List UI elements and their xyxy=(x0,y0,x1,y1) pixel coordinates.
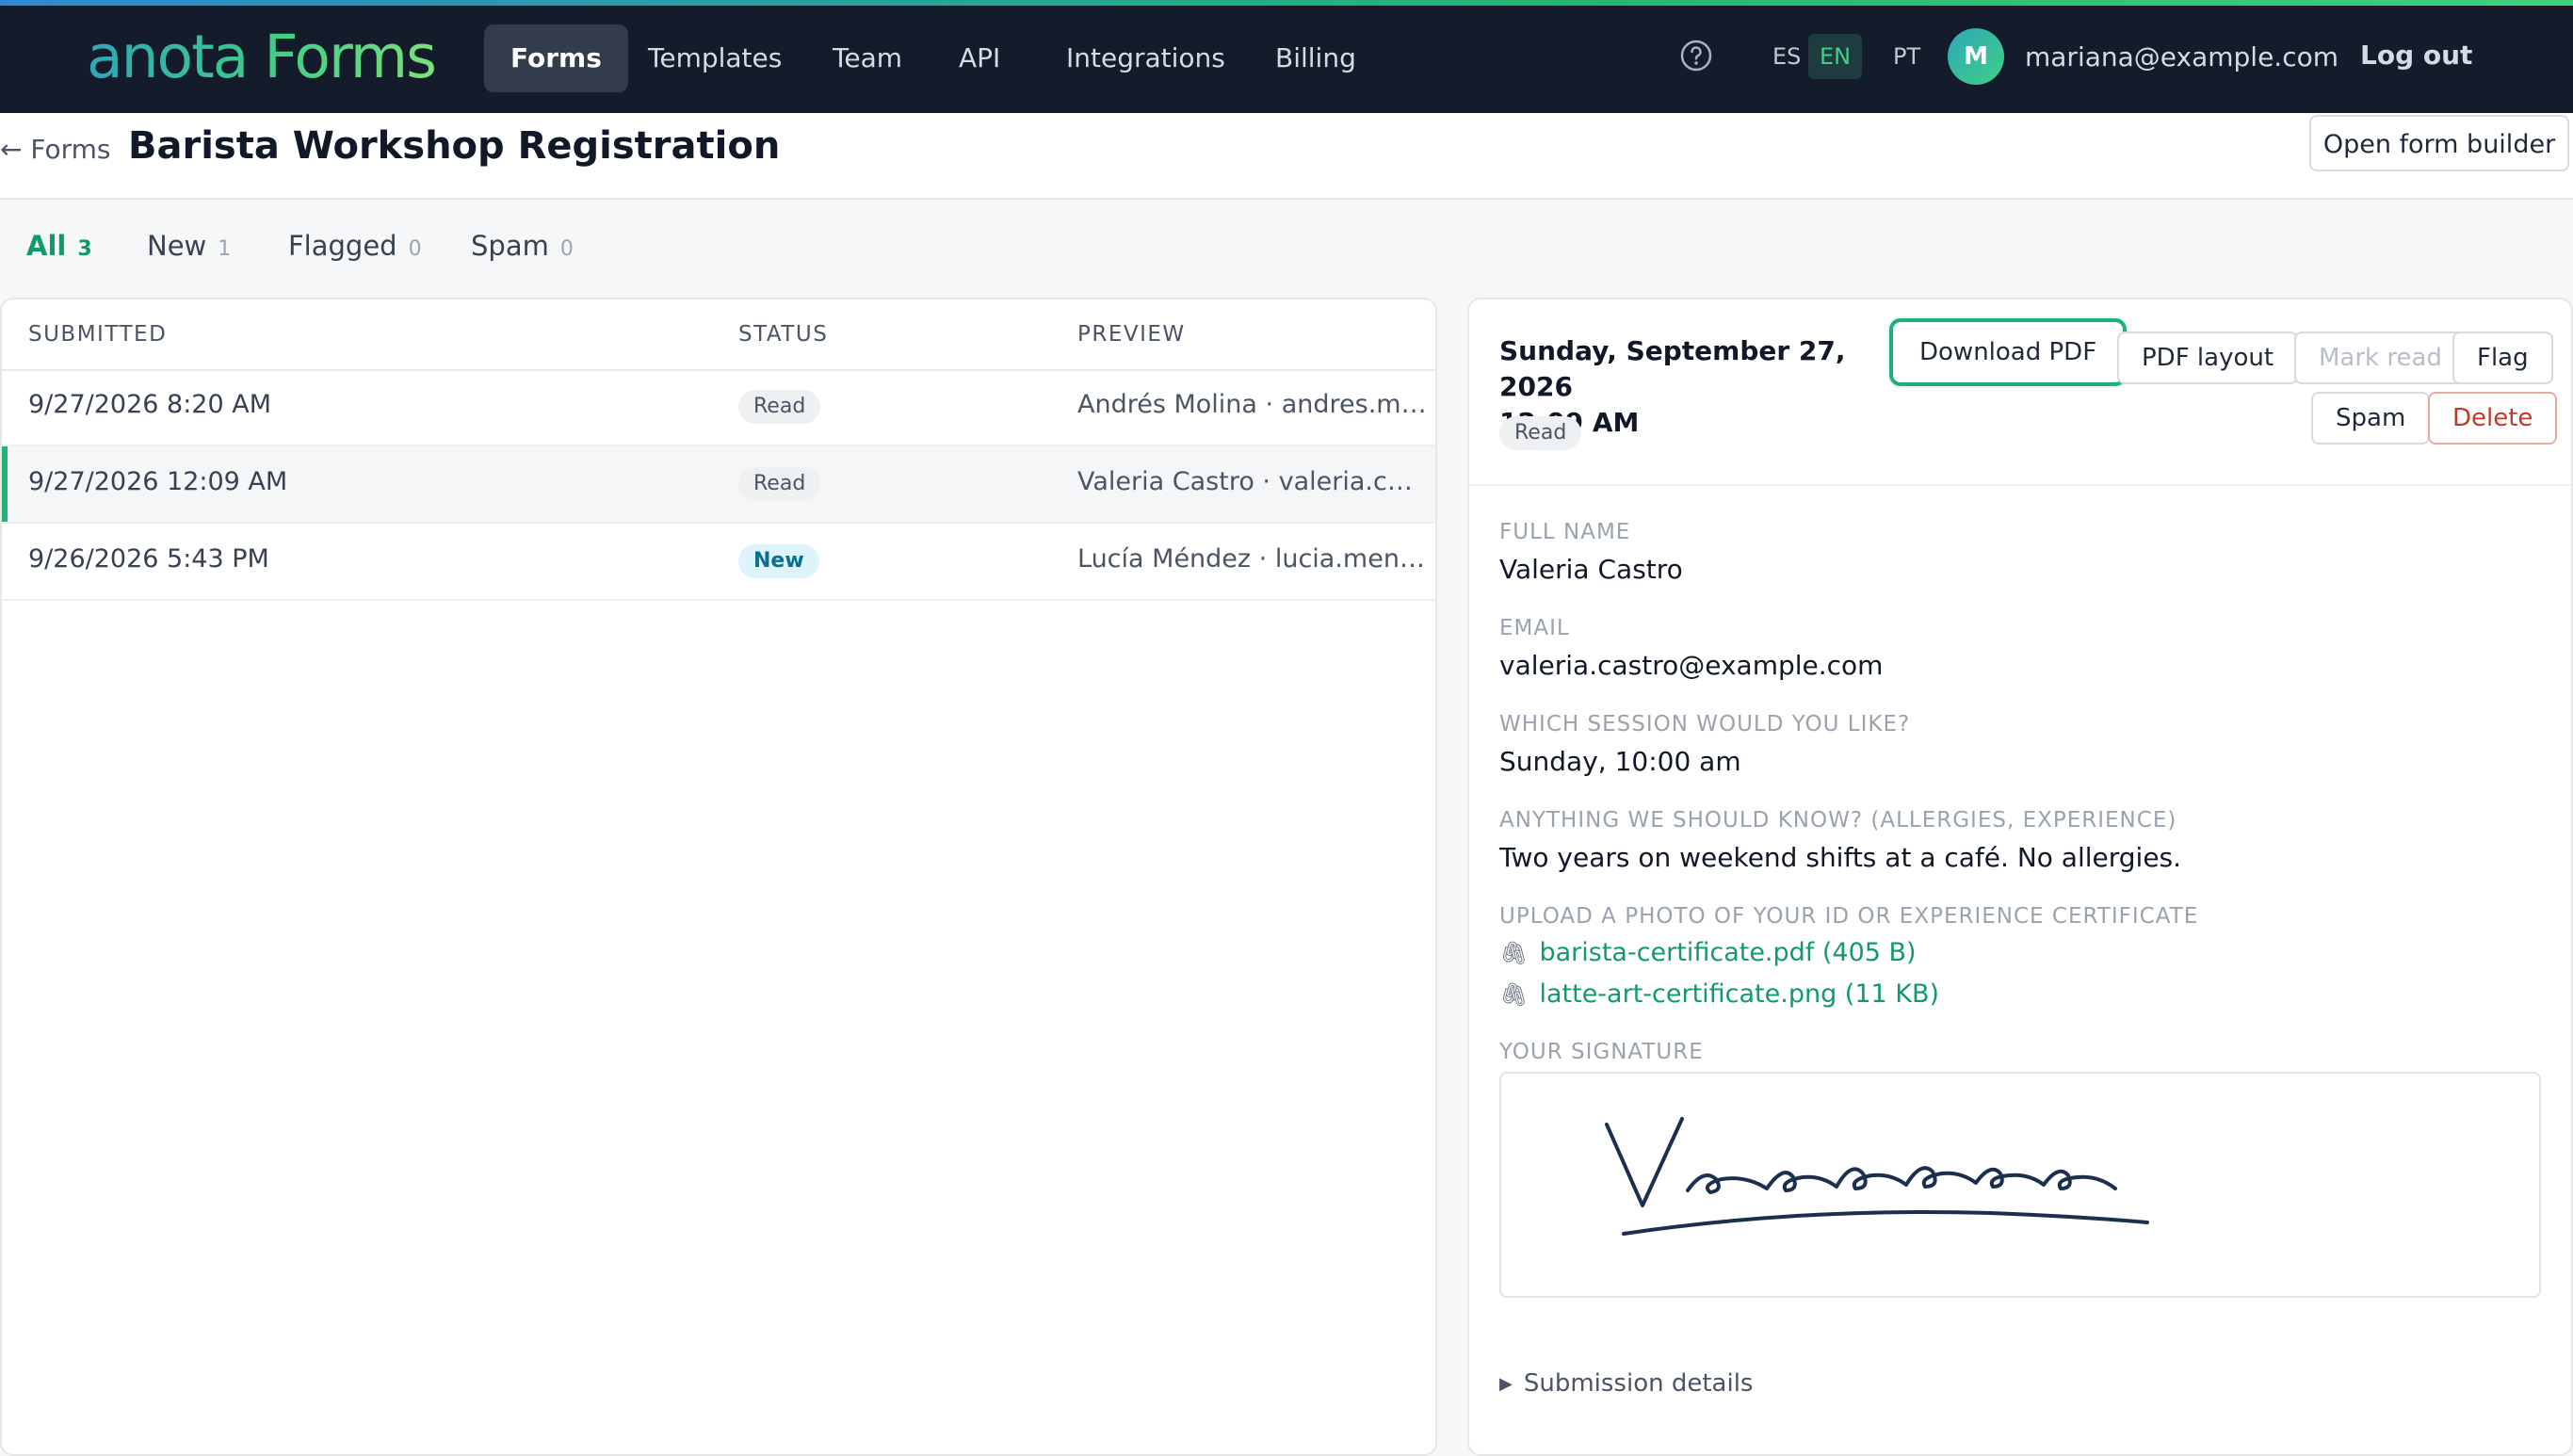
field-label-upload: UPLOAD A PHOTO OF YOUR ID OR EXPERIENCE … xyxy=(1499,904,2199,929)
user-avatar[interactable]: M xyxy=(1948,28,2004,85)
filter-tab-count: 0 xyxy=(559,237,574,261)
field-label-signature: YOUR SIGNATURE xyxy=(1499,1040,1704,1064)
attachment-link[interactable]: latte-art-certificate.png (11 KB) xyxy=(1539,979,1939,1009)
filter-tab-label: New xyxy=(147,230,207,262)
field-value-full-name: Valeria Castro xyxy=(1499,554,1683,585)
filter-tab-count: 1 xyxy=(218,237,232,261)
lang-es[interactable]: ES xyxy=(1761,34,1812,79)
expand-triangle-icon: ▶ xyxy=(1499,1374,1513,1394)
filter-tab-flagged[interactable]: Flagged 0 xyxy=(288,230,422,262)
open-form-builder-button[interactable]: Open form builder xyxy=(2309,115,2569,171)
page-header: ← Forms Barista Workshop Registration Op… xyxy=(0,113,2573,200)
nav-api[interactable]: API xyxy=(932,24,1027,92)
submission-row-selected[interactable]: 9/27/2026 12:09 AM Read Valeria Castro ·… xyxy=(2,446,1435,524)
flag-button[interactable]: Flag xyxy=(2452,332,2553,384)
status-badge: New xyxy=(738,544,819,578)
lang-en[interactable]: EN xyxy=(1808,34,1863,79)
column-header-status: STATUS xyxy=(738,322,829,347)
filter-tab-count: 3 xyxy=(77,237,92,261)
help-icon[interactable] xyxy=(1680,40,1712,72)
field-label-email: EMAIL xyxy=(1499,616,1570,640)
nav-integrations[interactable]: Integrations xyxy=(1040,24,1252,92)
filter-tab-label: Spam xyxy=(471,230,549,262)
back-to-forms-link[interactable]: ← Forms xyxy=(0,134,110,165)
top-navigation-bar: anota Forms Forms Templates Team API Int… xyxy=(0,6,2573,113)
nav-templates[interactable]: Templates xyxy=(622,24,808,92)
field-value-email: valeria.castro@example.com xyxy=(1499,650,1884,681)
submission-row[interactable]: 9/27/2026 8:20 AM Read Andrés Molina · a… xyxy=(2,369,1435,446)
pdf-layout-button[interactable]: PDF layout xyxy=(2117,332,2299,384)
page-title: Barista Workshop Registration xyxy=(128,124,781,168)
field-label-session: WHICH SESSION WOULD YOU LIKE? xyxy=(1499,712,1911,736)
field-label-full-name: FULL NAME xyxy=(1499,520,1631,544)
mark-read-button[interactable]: Mark read xyxy=(2294,332,2467,384)
status-badge: Read xyxy=(738,390,821,424)
spam-button[interactable]: Spam xyxy=(2311,392,2431,445)
submissions-list-panel: SUBMITTED STATUS PREVIEW 9/27/2026 8:20 … xyxy=(0,298,1437,1456)
attachment-item[interactable]: 🖇 latte-art-certificate.png (11 KB) xyxy=(1499,979,1939,1009)
detail-status-badge: Read xyxy=(1499,416,1582,450)
column-header-submitted[interactable]: SUBMITTED xyxy=(28,322,167,347)
signature-box xyxy=(1499,1072,2541,1298)
submission-detail-panel: Sunday, September 27, 2026 12:09 AM Read… xyxy=(1467,298,2573,1456)
submission-details-label: Submission details xyxy=(1523,1369,1754,1398)
filter-tab-label: All xyxy=(26,230,67,262)
field-value-notes: Two years on weekend shifts at a café. N… xyxy=(1499,842,2182,873)
submitted-cell: 9/27/2026 8:20 AM xyxy=(28,390,272,419)
attachment-link[interactable]: barista-certificate.pdf (405 B) xyxy=(1539,938,1916,967)
filter-tab-new[interactable]: New 1 xyxy=(147,230,231,262)
submissions-table-header: SUBMITTED STATUS PREVIEW xyxy=(2,299,1435,371)
submission-row[interactable]: 9/26/2026 5:43 PM New Lucía Méndez · luc… xyxy=(2,524,1435,601)
filter-tab-count: 0 xyxy=(408,237,422,261)
preview-cell: Lucía Méndez · lucia.mendez@example.com xyxy=(1077,544,1428,574)
filter-tab-spam[interactable]: Spam 0 xyxy=(471,230,574,262)
paperclip-icon: 🖇 xyxy=(1499,981,1529,1008)
attachment-item[interactable]: 🖇 barista-certificate.pdf (405 B) xyxy=(1499,938,1917,967)
field-value-session: Sunday, 10:00 am xyxy=(1499,746,1741,777)
paperclip-icon: 🖇 xyxy=(1499,940,1529,966)
nav-billing[interactable]: Billing xyxy=(1249,24,1383,92)
signature-image xyxy=(1605,1117,2149,1236)
field-label-notes: ANYTHING WE SHOULD KNOW? (ALLERGIES, EXP… xyxy=(1499,808,2177,833)
user-email[interactable]: mariana@example.com xyxy=(2025,41,2338,73)
filter-tab-label: Flagged xyxy=(288,230,397,262)
nav-team[interactable]: Team xyxy=(806,24,929,92)
lang-pt[interactable]: PT xyxy=(1882,34,1932,79)
filter-tab-all[interactable]: All 3 xyxy=(26,230,92,262)
preview-cell: Andrés Molina · andres.molina@example.co… xyxy=(1077,390,1428,419)
status-badge: Read xyxy=(738,467,821,501)
download-pdf-button[interactable]: Download PDF xyxy=(1889,318,2128,386)
submitted-cell: 9/26/2026 5:43 PM xyxy=(28,544,269,574)
detail-divider xyxy=(1469,484,2571,486)
preview-cell: Valeria Castro · valeria.castro@example.… xyxy=(1077,467,1428,496)
column-header-preview: PREVIEW xyxy=(1077,322,1186,347)
app-logo[interactable]: anota Forms xyxy=(87,23,437,91)
logout-button[interactable]: Log out xyxy=(2360,40,2472,71)
submission-date-line: Sunday, September 27, 2026 xyxy=(1499,335,1846,402)
submitted-cell: 9/27/2026 12:09 AM xyxy=(28,467,288,496)
nav-forms[interactable]: Forms xyxy=(484,24,628,92)
delete-button[interactable]: Delete xyxy=(2428,392,2558,445)
submission-details-toggle[interactable]: ▶ Submission details xyxy=(1499,1369,1753,1398)
